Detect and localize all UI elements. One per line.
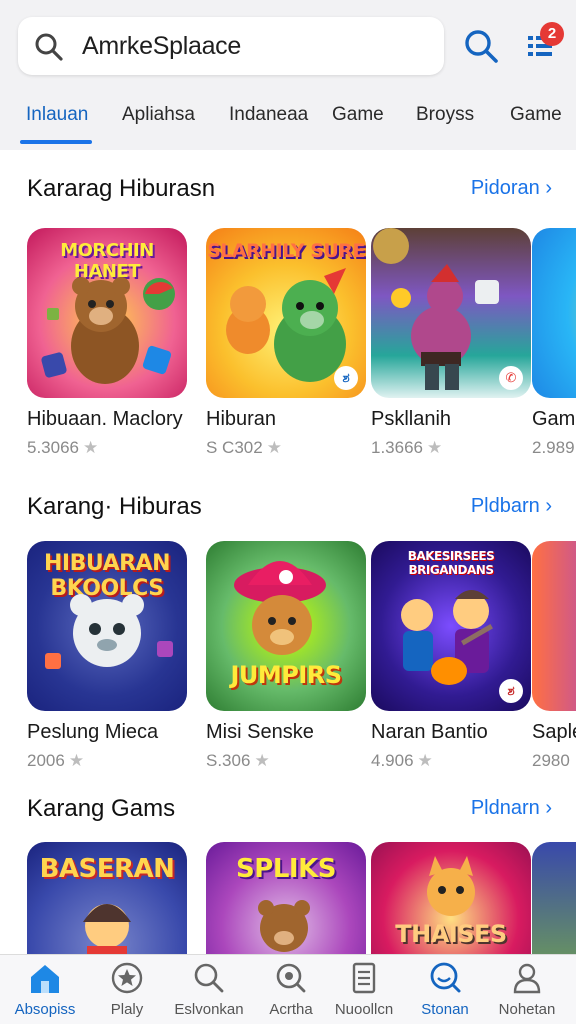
app-thumbnail[interactable]: MORCHIN HANET [27,228,187,398]
section-more-link[interactable]: Pidoran › [471,177,552,200]
app-thumbnail[interactable]: JUMPIRS [206,541,366,711]
nav-item-nuoollcn[interactable]: Nuoollcn [324,955,404,1024]
app-name: Saple [532,721,576,743]
bear-character-art [41,277,175,384]
app-rating: 2006 ★ [27,751,85,770]
star-icon: ★ [254,751,270,770]
nav-item-plaly[interactable]: Plaly [87,955,167,1024]
app-thumbnail[interactable] [532,541,576,711]
app-store-screen: AmrkeSplaace 2 Inlauan Apliahsa Indaneaa… [0,0,576,1024]
document-icon [352,962,376,994]
tab-indaneaa[interactable]: Indaneaa [229,104,308,126]
app-corner-badge-icon: ಶ [499,679,523,703]
section-2: Karang· Hiburas Pldbarn › HIBUARAN BKOOL… [0,493,576,783]
section-title: Kararag Hiburasn [27,175,216,202]
app-rating: 5.3066 ★ [27,438,99,457]
app-name: Peslung Mieca [27,721,159,743]
star-icon: ★ [68,751,85,770]
nav-item-nohetan[interactable]: Nohetan [487,955,567,1024]
tab-broyss[interactable]: Broyss [416,104,474,126]
app-name: Naran Bantio [371,721,488,743]
search-icon [35,33,63,61]
nav-item-eslvonkan[interactable]: Eslvonkan [169,955,249,1024]
smile-search-icon [430,962,461,993]
app-corner-badge-icon: ಶ [334,366,358,390]
nav-item-absopiss[interactable]: Absopiss [5,955,85,1024]
app-rating: 4.906 ★ [371,751,433,770]
app-name: Misi Senske [206,721,314,743]
search-icon [194,963,224,993]
section-title: Karang Gams [27,795,176,822]
section-3: Karang Gams Pldnarn › BASERAN SPLIKS THA… [0,795,576,1012]
section-1: Kararag Hiburasn Pidoran › MORCHIN HANET [0,175,576,465]
star-badge-icon [111,962,143,994]
app-thumbnail[interactable]: SLARHILY SURE ಶ [206,228,366,398]
section-more-link[interactable]: Pldnarn › [471,797,552,820]
app-thumbnail[interactable]: HIBUARAN BKOOLCS [27,541,187,711]
app-rating: 2.989 [532,438,575,457]
notification-badge: 2 [540,22,564,46]
active-tab-indicator [20,140,92,144]
panda-character-art [45,594,173,669]
app-rating: S.306 ★ [206,751,270,770]
section-more-link[interactable]: Pldbarn › [471,495,552,518]
tab-game-2[interactable]: Game [510,104,562,126]
search-target-icon [276,963,306,993]
bottom-navigation: Absopiss Plaly Eslvonkan Acrtha Nuoollcn… [0,954,576,1024]
app-name: Hiburan [206,408,277,430]
search-input[interactable]: AmrkeSplaace [82,32,241,61]
app-thumbnail[interactable]: BAKESIRSEES BRIGANDANS ಶ [371,541,531,711]
thumbnail-art-title: JUMPIRS [230,661,342,689]
tab-apliahsa[interactable]: Apliahsa [122,104,195,126]
tab-game[interactable]: Game [332,104,384,126]
search-bar[interactable]: AmrkeSplaace [18,17,444,75]
search-button-icon[interactable] [462,27,500,65]
app-name: Hibuaan. Maclory [27,408,183,430]
user-icon [513,963,541,994]
star-icon: ★ [83,438,99,457]
app-name: Gama [532,408,576,430]
section-title: Karang· Hiburas [27,493,202,520]
top-bar: AmrkeSplaace 2 Inlauan Apliahsa Indaneaa… [0,0,576,150]
nav-item-stonan[interactable]: Stonan [405,955,485,1024]
app-rating: 1.3666 ★ [371,438,443,457]
app-thumbnail[interactable] [532,228,576,398]
app-thumbnail[interactable]: ✆ [371,228,531,398]
app-name: Pskllanih [371,408,452,430]
home-icon [31,965,59,993]
star-icon: ★ [427,438,443,457]
thumbnail-art-title: THAISES [395,920,507,948]
category-tabs: Inlauan Apliahsa Indaneaa Game Broyss Ga… [0,96,576,150]
tab-inlauan[interactable]: Inlauan [26,104,88,126]
app-corner-badge-icon: ✆ [499,366,523,390]
star-icon: ★ [266,438,282,457]
app-rating: 2980 [532,751,570,770]
star-icon: ★ [417,751,433,770]
app-rating: S C302 ★ [206,438,282,457]
